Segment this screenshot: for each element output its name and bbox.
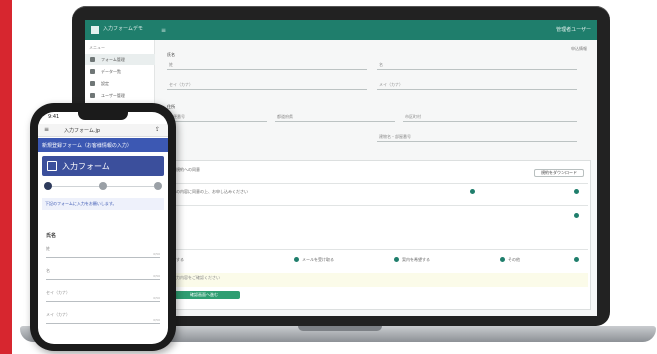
info-banner: 下記のフォームに入力をお願いします。 — [42, 198, 164, 210]
gear-icon — [90, 81, 95, 86]
option-label: メールを受け取る — [302, 257, 334, 262]
sidebar-item-users[interactable]: ユーザー管理 — [85, 90, 155, 101]
field-placeholder: 建物名・部屋番号 — [379, 134, 411, 139]
hero-text: 新規登録フォーム（お客様情報の入力） — [42, 143, 132, 149]
form-title: 入力フォーム — [62, 162, 110, 171]
name-section-label: 氏名 — [167, 52, 175, 57]
field-placeholder: 姓 — [169, 62, 173, 67]
field-label: メイ（カナ） — [46, 312, 70, 317]
hamburger-icon[interactable]: ≡ — [44, 126, 49, 133]
radio-icon[interactable] — [294, 257, 299, 262]
step-3-icon — [154, 182, 162, 190]
status-time: 9:41 — [48, 114, 60, 120]
user-icon — [90, 93, 95, 98]
radio-icon[interactable] — [470, 189, 475, 194]
agreement-text: 以下の内容に同意の上、お申し込みください — [168, 189, 248, 194]
building-field[interactable]: 建物名・部屋番号 — [377, 134, 577, 142]
field-placeholder: 都道府県 — [277, 114, 293, 119]
edit-form-icon — [47, 161, 57, 171]
step-indicator — [44, 182, 162, 192]
sei-kana-field[interactable]: セイ（カナ） 0/50 — [46, 290, 160, 302]
step-2-icon — [99, 182, 107, 190]
field-placeholder: 市区町村 — [405, 114, 421, 119]
menu-toggle-icon[interactable]: ≡ — [161, 27, 166, 34]
sidebar-item-label: ユーザー管理 — [101, 93, 125, 98]
sidebar-item-form[interactable]: フォーム管理 — [85, 54, 155, 65]
sidebar-item-label: フォーム管理 — [101, 57, 125, 62]
hero-banner: 新規登録フォーム（お客様情報の入力） — [38, 138, 168, 152]
sei-kana-field[interactable]: セイ（カナ） — [167, 82, 367, 90]
char-count: 0/50 — [153, 252, 160, 256]
radio-icon[interactable] — [574, 213, 579, 218]
sidebar-item-data[interactable]: データ一覧 — [85, 66, 155, 77]
pref-select[interactable]: 都道府県 — [275, 114, 395, 122]
step-1-icon — [44, 182, 52, 190]
share-icon[interactable]: ⇪ — [155, 126, 160, 133]
char-count: 0/50 — [153, 318, 160, 322]
sidebar-heading: メニュー — [89, 45, 105, 50]
product-showcase: 入力フォームデモ ≡ 管理者ユーザー メニュー フォーム管理 データ一覧 設定 … — [0, 0, 657, 354]
sei-field[interactable]: 姓 0/50 — [46, 246, 160, 258]
phone-screen: 9:41 ≡ 入力フォーム.jp ⇪ 新規登録フォーム（お客様情報の入力） 入力… — [38, 112, 168, 344]
sei-field[interactable]: 姓 — [167, 62, 367, 70]
option-label: 案内を希望する — [402, 257, 430, 262]
field-placeholder: メイ（カナ） — [379, 82, 403, 87]
app-logo-icon — [91, 26, 99, 34]
app-title: 入力フォームデモ — [103, 26, 143, 32]
mei-field[interactable]: 名 0/50 — [46, 268, 160, 280]
user-menu[interactable]: 管理者ユーザー — [556, 26, 591, 33]
notice-text: 入力内容をご確認ください — [172, 275, 220, 280]
breadcrumb: 申込情報 — [571, 46, 587, 51]
app-header: 入力フォームデモ ≡ 管理者ユーザー — [85, 20, 597, 40]
confirm-button[interactable]: 確認画面へ進む — [168, 291, 240, 299]
char-count: 0/50 — [153, 274, 160, 278]
info-text: 下記のフォームに入力をお願いします。 — [45, 201, 117, 206]
name-section-label: 氏名 — [46, 233, 57, 239]
mei-kana-field[interactable]: メイ（カナ） 0/50 — [46, 312, 160, 324]
field-placeholder: セイ（カナ） — [169, 82, 193, 87]
divider — [168, 205, 588, 206]
notice-bar: 入力内容をご確認ください — [168, 273, 588, 287]
char-count: 0/50 — [153, 296, 160, 300]
field-label: 姓 — [46, 246, 50, 251]
form-header: 入力フォーム — [42, 156, 164, 176]
form-icon — [90, 57, 95, 62]
city-field[interactable]: 市区町村 — [403, 114, 577, 122]
list-icon — [90, 69, 95, 74]
sidebar-item-settings[interactable]: 設定 — [85, 78, 155, 89]
radio-icon[interactable] — [574, 189, 579, 194]
option-label: その他 — [508, 257, 520, 262]
sidebar-item-label: 設定 — [101, 81, 109, 86]
download-button[interactable]: 規約をダウンロード — [534, 169, 584, 177]
field-label: 名 — [46, 268, 50, 273]
phone-notch — [78, 112, 128, 120]
mei-field[interactable]: 名 — [377, 62, 577, 70]
field-label: セイ（カナ） — [46, 290, 70, 295]
divider — [168, 183, 588, 184]
sidebar-item-label: データ一覧 — [101, 69, 121, 74]
radio-icon[interactable] — [500, 257, 505, 262]
field-placeholder: 名 — [379, 62, 383, 67]
radio-icon[interactable] — [394, 257, 399, 262]
laptop-notch — [298, 326, 382, 331]
mei-kana-field[interactable]: メイ（カナ） — [377, 82, 577, 90]
divider — [168, 249, 588, 250]
agreement-card: 利用規約への同意 規約をダウンロード 以下の内容に同意の上、お申し込みください … — [163, 160, 591, 310]
brand-edge-bar — [0, 0, 12, 354]
browser-url: 入力フォーム.jp — [64, 128, 101, 134]
zip-field[interactable]: 郵便番号 — [167, 114, 267, 122]
browser-url-bar[interactable]: ≡ 入力フォーム.jp ⇪ — [38, 124, 168, 137]
radio-icon[interactable] — [574, 257, 579, 262]
